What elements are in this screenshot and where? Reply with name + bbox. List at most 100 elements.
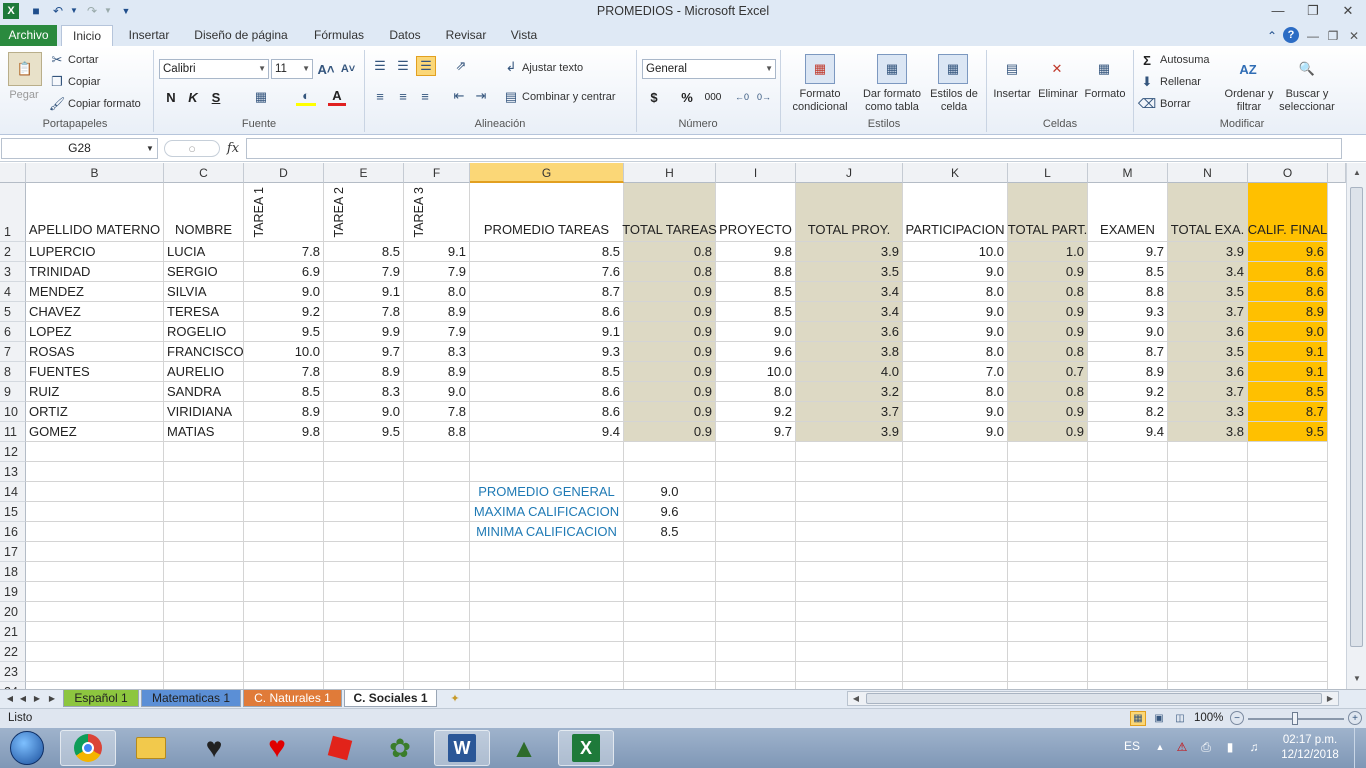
ribbon-collapse-icon[interactable]: ⌃ bbox=[1264, 28, 1280, 44]
cell-d4[interactable]: 9.0 bbox=[244, 282, 324, 302]
cell-c23[interactable] bbox=[164, 662, 244, 682]
select-all-corner[interactable] bbox=[0, 163, 26, 183]
language-indicator[interactable]: ES bbox=[1124, 739, 1140, 753]
cell-j19[interactable] bbox=[796, 582, 903, 602]
tab-datos[interactable]: Datos bbox=[380, 25, 430, 46]
cell-g17[interactable] bbox=[470, 542, 624, 562]
cell-g13[interactable] bbox=[470, 462, 624, 482]
percent-button[interactable]: % bbox=[678, 88, 696, 106]
scroll-down-icon[interactable]: ▼ bbox=[1350, 671, 1364, 685]
cell-i6[interactable]: 9.0 bbox=[716, 322, 796, 342]
cell-e24[interactable] bbox=[324, 682, 404, 689]
cell-j23[interactable] bbox=[796, 662, 903, 682]
cell-l6[interactable]: 0.9 bbox=[1008, 322, 1088, 342]
cell-j4[interactable]: 3.4 bbox=[796, 282, 903, 302]
start-button[interactable] bbox=[2, 730, 52, 766]
roblox-taskbar-button[interactable] bbox=[312, 730, 368, 766]
cell-f13[interactable] bbox=[404, 462, 470, 482]
cell-j14[interactable] bbox=[796, 482, 903, 502]
format-cells-icon[interactable]: ▦ bbox=[1089, 54, 1119, 84]
cell-f10[interactable]: 7.8 bbox=[404, 402, 470, 422]
italic-button[interactable]: K bbox=[185, 88, 201, 106]
underline-button[interactable]: S bbox=[208, 88, 224, 106]
help-icon[interactable]: ? bbox=[1283, 27, 1299, 43]
cell-h17[interactable] bbox=[624, 542, 716, 562]
cell-k7[interactable]: 8.0 bbox=[903, 342, 1008, 362]
cell-h8[interactable]: 0.9 bbox=[624, 362, 716, 382]
cell-o9[interactable]: 8.5 bbox=[1248, 382, 1328, 402]
cell-i23[interactable] bbox=[716, 662, 796, 682]
wrap-text-icon[interactable]: ↲ bbox=[503, 59, 519, 74]
cell-m9[interactable]: 9.2 bbox=[1088, 382, 1168, 402]
cell-h11[interactable]: 0.9 bbox=[624, 422, 716, 442]
cell-g2[interactable]: 8.5 bbox=[470, 242, 624, 262]
row-header[interactable]: 17 bbox=[0, 542, 26, 562]
cell-k11[interactable]: 9.0 bbox=[903, 422, 1008, 442]
cell-m7[interactable]: 8.7 bbox=[1088, 342, 1168, 362]
row-header[interactable]: 11 bbox=[0, 422, 26, 442]
page-layout-icon[interactable]: ▣ bbox=[1151, 711, 1167, 726]
column-header-d[interactable]: D bbox=[244, 163, 324, 183]
hscroll-thumb[interactable] bbox=[866, 693, 1322, 704]
cell-c22[interactable] bbox=[164, 642, 244, 662]
tab-inicio[interactable]: Inicio bbox=[61, 25, 113, 46]
cell-c17[interactable] bbox=[164, 542, 244, 562]
cell-n17[interactable] bbox=[1168, 542, 1248, 562]
cell-h21[interactable] bbox=[624, 622, 716, 642]
header-cell-k[interactable]: PARTICIPACION bbox=[903, 183, 1008, 242]
header-cell-b[interactable]: APELLIDO MATERNO bbox=[26, 183, 164, 242]
cell-n6[interactable]: 3.6 bbox=[1168, 322, 1248, 342]
cell-e15[interactable] bbox=[324, 502, 404, 522]
cell-b21[interactable] bbox=[26, 622, 164, 642]
worksheet-grid[interactable]: BCDEFGHIJKLMNO 1 2 3 4 5 6 7 8 9 10 11 12 13 14 15 16 17… bbox=[0, 163, 1346, 689]
cell-i11[interactable]: 9.7 bbox=[716, 422, 796, 442]
cell-o7[interactable]: 9.1 bbox=[1248, 342, 1328, 362]
cell-e4[interactable]: 9.1 bbox=[324, 282, 404, 302]
cell-l18[interactable] bbox=[1008, 562, 1088, 582]
cell-f3[interactable]: 7.9 bbox=[404, 262, 470, 282]
cell-l11[interactable]: 0.9 bbox=[1008, 422, 1088, 442]
sheet-tab-naturales[interactable]: C. Naturales 1 bbox=[243, 690, 342, 707]
cell-j16[interactable] bbox=[796, 522, 903, 542]
cell-e13[interactable] bbox=[324, 462, 404, 482]
column-header-n[interactable]: N bbox=[1168, 163, 1248, 183]
conditional-format-icon[interactable]: ▦ bbox=[805, 54, 835, 84]
cell-m22[interactable] bbox=[1088, 642, 1168, 662]
cell-styles-icon[interactable]: ▦ bbox=[938, 54, 968, 84]
cell-d9[interactable]: 8.5 bbox=[244, 382, 324, 402]
cell-g19[interactable] bbox=[470, 582, 624, 602]
tray-expand-icon[interactable]: ▲ bbox=[1154, 740, 1166, 754]
cell-d10[interactable]: 8.9 bbox=[244, 402, 324, 422]
merge-center-icon[interactable]: ▤ bbox=[503, 89, 519, 104]
cell-h23[interactable] bbox=[624, 662, 716, 682]
cell-c6[interactable]: ROGELIO bbox=[164, 322, 244, 342]
cell-f11[interactable]: 8.8 bbox=[404, 422, 470, 442]
row-header[interactable]: 14 bbox=[0, 482, 26, 502]
cell-j10[interactable]: 3.7 bbox=[796, 402, 903, 422]
font-size-select[interactable]: 11 ▼ bbox=[271, 59, 313, 79]
cell-c4[interactable]: SILVIA bbox=[164, 282, 244, 302]
cell-j22[interactable] bbox=[796, 642, 903, 662]
cell-c9[interactable]: SANDRA bbox=[164, 382, 244, 402]
vertical-scrollbar[interactable]: ▲ ▼ bbox=[1346, 163, 1366, 689]
cell-n11[interactable]: 3.8 bbox=[1168, 422, 1248, 442]
cell-m10[interactable]: 8.2 bbox=[1088, 402, 1168, 422]
cell-g12[interactable] bbox=[470, 442, 624, 462]
cell-e17[interactable] bbox=[324, 542, 404, 562]
sheet-tab-espanol[interactable]: Español 1 bbox=[63, 690, 139, 707]
cell-c15[interactable] bbox=[164, 502, 244, 522]
cell-b16[interactable] bbox=[26, 522, 164, 542]
cell-o8[interactable]: 9.1 bbox=[1248, 362, 1328, 382]
cell-i19[interactable] bbox=[716, 582, 796, 602]
cell-i22[interactable] bbox=[716, 642, 796, 662]
thousands-button[interactable]: 000 bbox=[702, 88, 724, 106]
cell-b22[interactable] bbox=[26, 642, 164, 662]
delete-cells-icon[interactable]: ✕ bbox=[1042, 54, 1072, 84]
cell-d22[interactable] bbox=[244, 642, 324, 662]
cell-b14[interactable] bbox=[26, 482, 164, 502]
row-header[interactable]: 22 bbox=[0, 642, 26, 662]
cell-n24[interactable] bbox=[1168, 682, 1248, 689]
cell-l9[interactable]: 0.8 bbox=[1008, 382, 1088, 402]
align-right-icon[interactable]: ≡ bbox=[416, 88, 434, 104]
cell-h9[interactable]: 0.9 bbox=[624, 382, 716, 402]
